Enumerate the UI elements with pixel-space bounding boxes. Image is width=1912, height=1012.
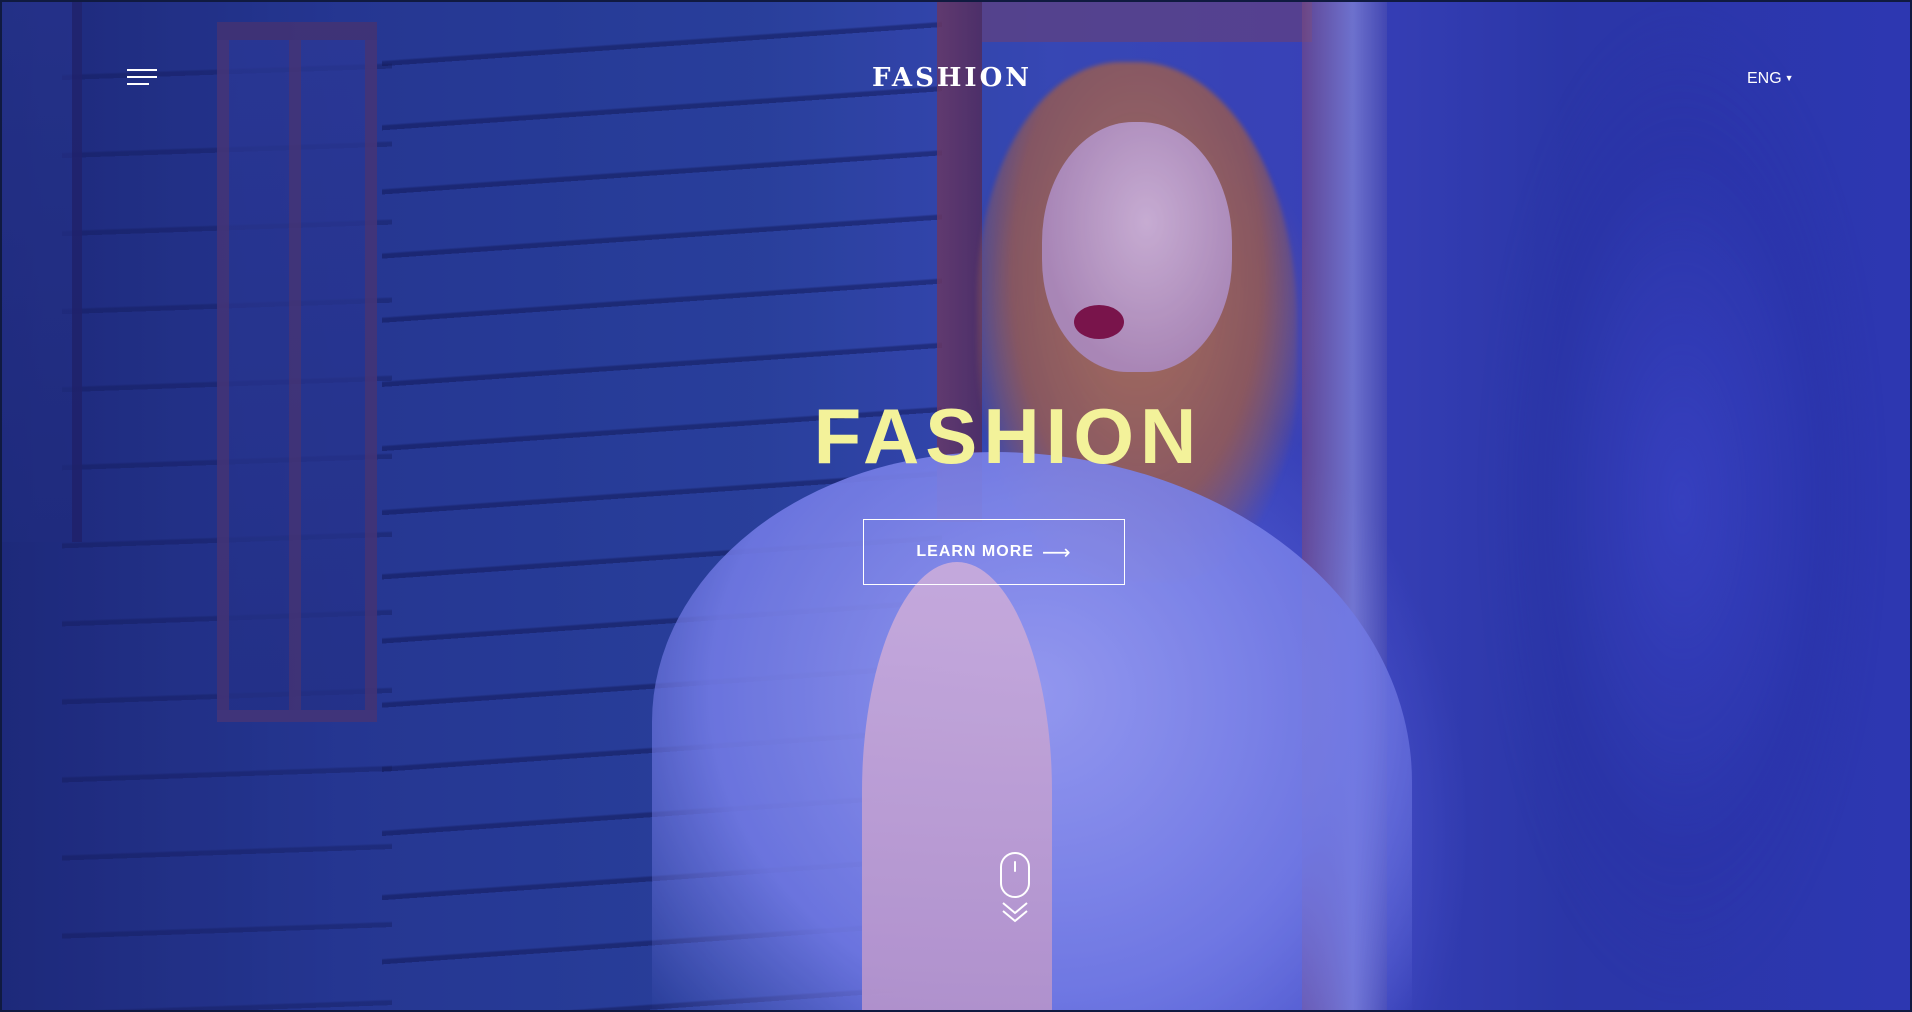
caret-down-icon: ▼ [1784, 73, 1794, 83]
language-label: ENG [1747, 70, 1782, 87]
language-selector[interactable]: ENG ▼ [1747, 70, 1794, 88]
mouse-scroll-down-icon[interactable] [997, 852, 1033, 926]
hero-section: FASHION ENG ▼ FASHION LEARN MORE ⟶ [0, 0, 1912, 1012]
hero-title: FASHION [813, 392, 1203, 480]
learn-more-label: LEARN MORE [916, 543, 1034, 560]
long-right-arrow-icon: ⟶ [1041, 540, 1072, 564]
site-logo[interactable]: FASHION [802, 62, 1102, 94]
hamburger-menu-icon[interactable] [127, 69, 159, 87]
learn-more-button[interactable]: LEARN MORE ⟶ [863, 519, 1125, 585]
color-overlay [2, 2, 1910, 1010]
